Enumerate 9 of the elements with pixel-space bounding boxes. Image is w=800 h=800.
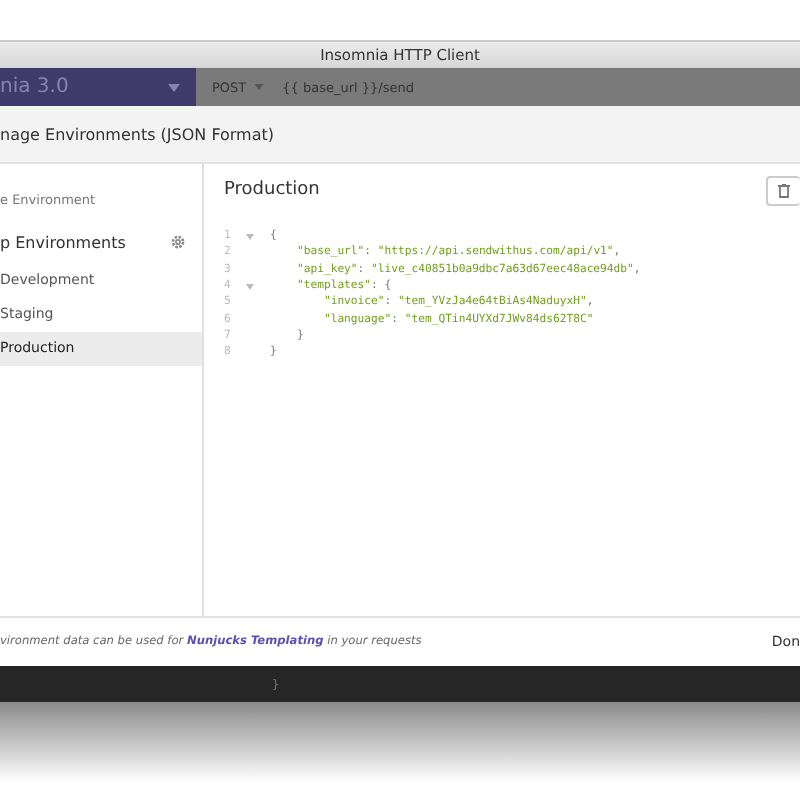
sub-environments-heading: p Environments <box>0 233 126 251</box>
delete-button[interactable] <box>766 175 800 205</box>
workspace-name: nia 3.0 <box>0 76 69 98</box>
modal-title: nage Environments (JSON Format) <box>0 125 275 143</box>
settings-icon[interactable] <box>170 234 186 250</box>
caret-icon <box>168 83 180 91</box>
trash-icon <box>778 183 790 197</box>
environment-name: Production <box>224 180 320 200</box>
caret-icon <box>254 84 265 90</box>
